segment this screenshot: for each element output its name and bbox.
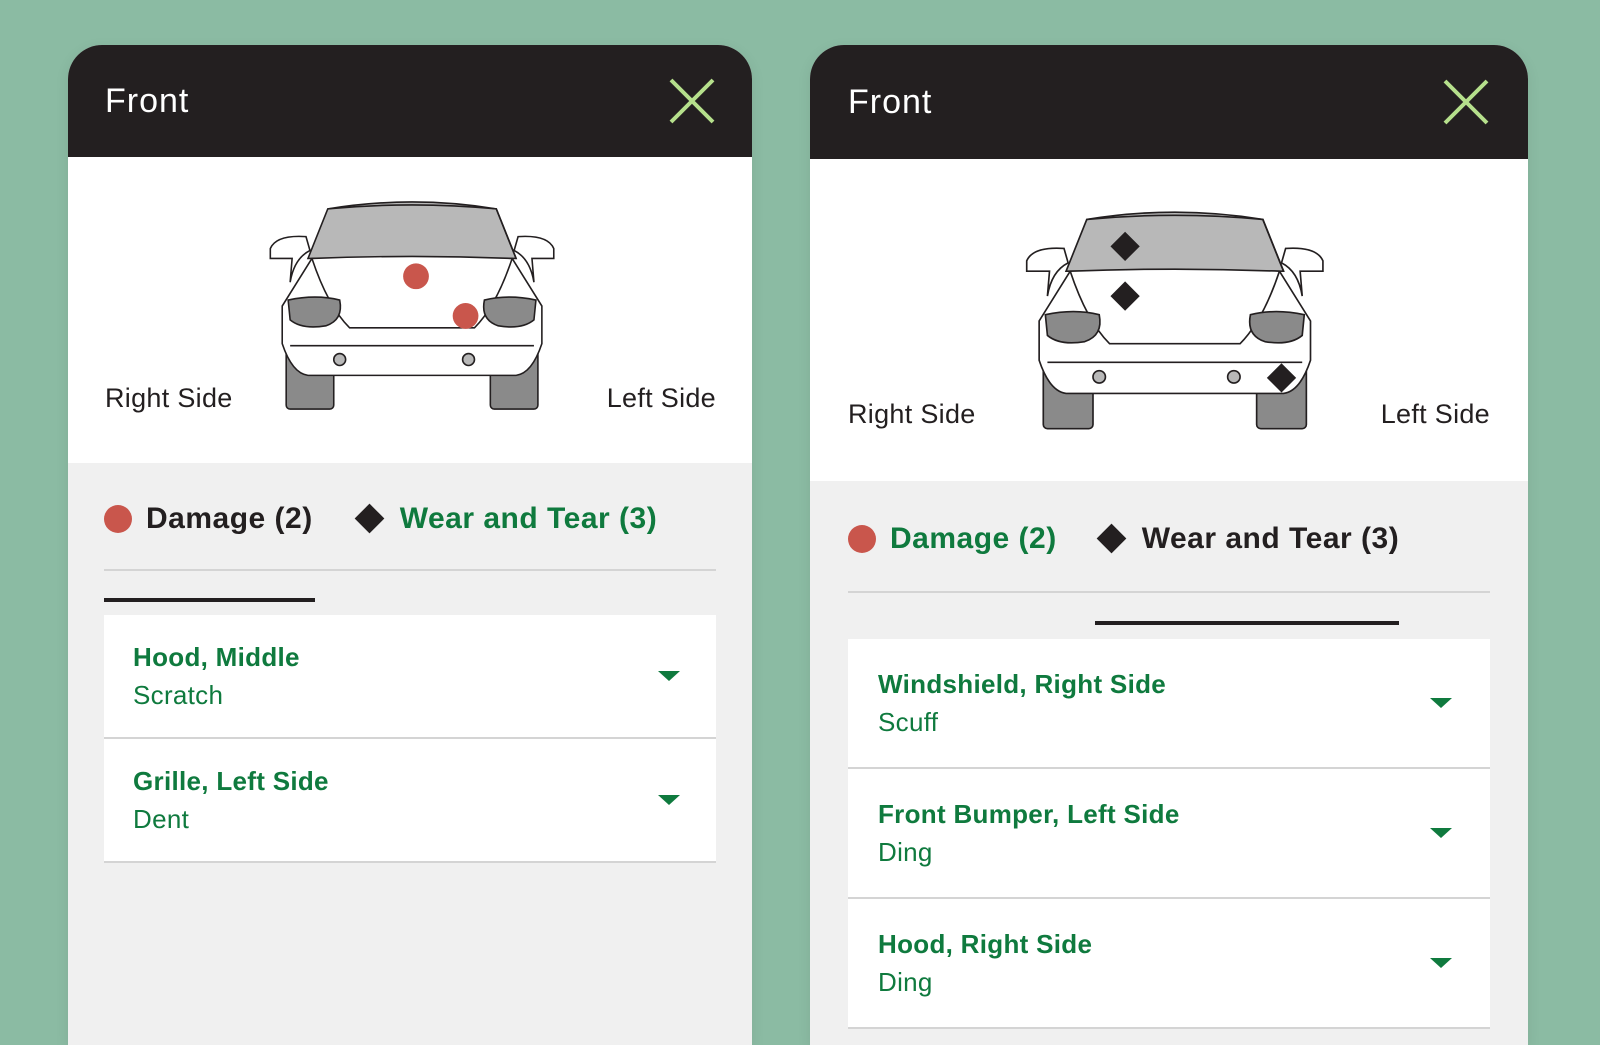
issue-item[interactable]: Windshield, Right Side Scuff (848, 639, 1490, 769)
issue-list: Windshield, Right Side Scuff Front Bumpe… (848, 639, 1490, 1029)
issue-location: Hood, Right Side (878, 929, 1093, 959)
damage-marker[interactable] (403, 263, 429, 290)
vehicle-diagram: Right Side Left Side (68, 157, 752, 463)
tab-damage-label: Damage (2) (890, 522, 1057, 555)
vehicle-diagram: Right Side Left Side (810, 159, 1528, 481)
issue-location: Front Bumper, Left Side (878, 799, 1180, 829)
red-dot-icon (848, 525, 876, 553)
issue-type: Dent (133, 804, 190, 834)
issue-item[interactable]: Front Bumper, Left Side Ding (848, 769, 1490, 899)
issue-type: Scratch (133, 680, 224, 710)
right-side-label: Right Side (848, 399, 976, 429)
tab-damage[interactable]: Damage (2) (848, 519, 1057, 591)
damage-report-panel: Front Right Side Left Side Damage (2) We… (68, 45, 752, 1045)
inspection-tabs: Damage (2) Wear and Tear (3) (104, 499, 716, 602)
red-dot-icon (104, 505, 132, 533)
car-front-illustration (269, 201, 555, 410)
panel-title: Front (105, 81, 190, 120)
damage-marker[interactable] (452, 303, 479, 329)
black-diamond-icon (354, 503, 385, 534)
issue-location: Grille, Left Side (133, 766, 329, 796)
tab-wear-label: Wear and Tear (3) (399, 502, 658, 535)
tab-wear-and-tear[interactable]: Wear and Tear (3) (1094, 519, 1400, 625)
issue-item[interactable]: Grille, Left Side Dent (104, 739, 716, 863)
issue-type: Ding (878, 967, 933, 997)
tab-wear-and-tear[interactable]: Wear and Tear (3) (353, 499, 657, 569)
chevron-down-icon[interactable] (1430, 698, 1452, 708)
right-side-label: Right Side (105, 383, 233, 413)
tab-damage[interactable]: Damage (2) (104, 499, 315, 602)
close-icon[interactable] (668, 77, 716, 125)
left-side-label: Left Side (1380, 399, 1490, 429)
close-icon[interactable] (1442, 78, 1490, 126)
car-front-illustration (1025, 211, 1324, 430)
chevron-down-icon[interactable] (658, 671, 680, 681)
chevron-down-icon[interactable] (658, 795, 680, 805)
panel-title: Front (848, 82, 933, 121)
issue-item[interactable]: Hood, Right Side Ding (848, 899, 1490, 1029)
panel-header: Front (810, 45, 1528, 159)
left-side-label: Left Side (606, 383, 716, 413)
inspection-tabs: Damage (2) Wear and Tear (3) (848, 519, 1490, 625)
issue-type: Ding (878, 837, 933, 867)
issue-item[interactable]: Hood, Middle Scratch (104, 615, 716, 739)
tab-wear-label: Wear and Tear (3) (1141, 522, 1400, 555)
tab-damage-label: Damage (2) (146, 502, 313, 535)
issue-location: Hood, Middle (133, 642, 300, 672)
wear-report-panel: Front Right Side Left Side Damage (2) We… (810, 45, 1528, 1045)
chevron-down-icon[interactable] (1430, 828, 1452, 838)
issue-location: Windshield, Right Side (878, 669, 1167, 699)
black-diamond-icon (1096, 523, 1127, 554)
chevron-down-icon[interactable] (1430, 958, 1452, 968)
issue-list: Hood, Middle Scratch Grille, Left Side D… (104, 615, 716, 863)
issue-type: Scuff (878, 707, 939, 737)
panel-header: Front (68, 45, 752, 157)
